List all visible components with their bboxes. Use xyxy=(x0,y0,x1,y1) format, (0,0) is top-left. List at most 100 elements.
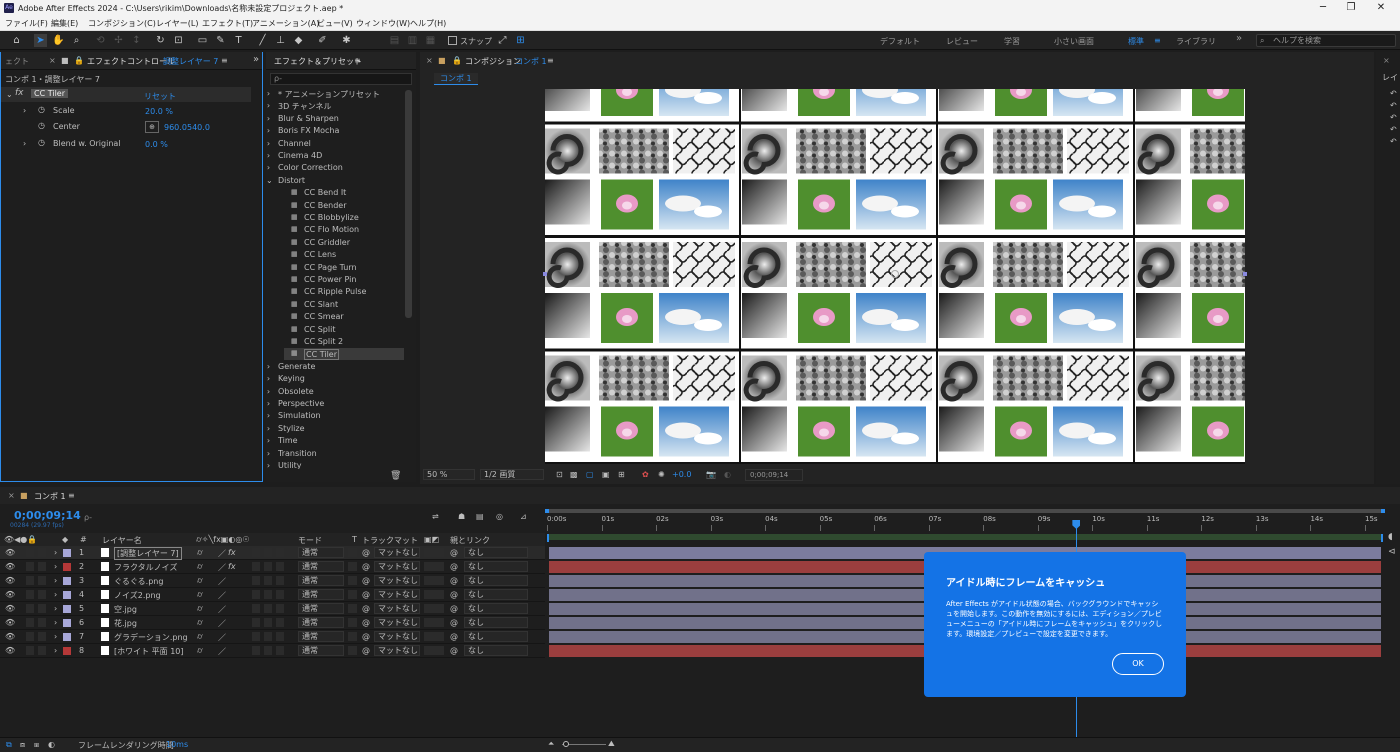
snap-grid-icon[interactable]: ⊞ xyxy=(514,34,527,47)
chevron-right-icon[interactable]: › xyxy=(266,89,271,98)
graph-editor-icon[interactable]: ⊿ xyxy=(520,512,527,521)
rotate-tool-icon[interactable]: ↻ xyxy=(154,34,167,47)
chevron-right-icon[interactable]: › xyxy=(266,163,271,172)
effect-category[interactable]: Transition xyxy=(278,449,317,458)
stopwatch-icon[interactable]: ◷ xyxy=(38,138,45,147)
align-center-icon[interactable]: ▥ xyxy=(406,34,419,47)
expand-chevron-icon[interactable]: ⌄ xyxy=(6,90,13,99)
anchor-tool-icon[interactable]: ⊡ xyxy=(172,34,185,47)
transparency-grid-icon[interactable]: ▩ xyxy=(570,470,578,479)
effect-category[interactable]: Generate xyxy=(278,362,315,371)
lock-icon[interactable]: 🔒 xyxy=(452,56,462,65)
region-icon[interactable]: ▣ xyxy=(602,470,610,479)
zoom-out-icon[interactable]: ⏶ xyxy=(548,739,554,749)
chevron-right-icon[interactable]: › xyxy=(266,139,271,148)
comp-flowchart-icon[interactable]: ⇌ xyxy=(432,512,439,521)
effect-item[interactable]: CC Blobbylize xyxy=(304,213,359,222)
in-out-toggle-icon[interactable]: ⧆ xyxy=(34,740,39,750)
effect-item[interactable]: CC Tiler xyxy=(304,349,340,361)
eraser-tool-icon[interactable]: ◆ xyxy=(292,34,305,47)
effect-item[interactable]: CC Split 2 xyxy=(304,337,343,346)
chevron-right-icon[interactable]: › xyxy=(266,126,271,135)
effect-category[interactable]: Perspective xyxy=(278,399,324,408)
chevron-down-icon[interactable]: ⌄ xyxy=(266,176,273,185)
undo-stack-icon[interactable]: ↶ ↶ ↶ ↶ ↶ xyxy=(1390,88,1397,148)
chevron-right-icon[interactable]: › xyxy=(266,362,271,371)
menu-composition[interactable]: コンポジション(C) xyxy=(88,18,156,29)
fx-icon[interactable]: fx xyxy=(15,88,24,98)
modes-toggle-icon[interactable]: ⧈ xyxy=(20,740,25,750)
workspace-learn[interactable]: 学習 xyxy=(1004,36,1020,47)
effect-item[interactable]: CC Flo Motion xyxy=(304,225,359,234)
effect-category[interactable]: Blur & Sharpen xyxy=(278,114,339,123)
orbit-tool-icon[interactable]: ⟲ xyxy=(94,34,107,47)
workspace-small-screen[interactable]: 小さい画面 xyxy=(1054,36,1094,47)
category-distort[interactable]: Distort xyxy=(278,176,305,185)
chevron-right-icon[interactable]: › xyxy=(266,399,271,408)
color-channel-icon[interactable]: ✿ xyxy=(642,470,649,479)
effects-presets-title[interactable]: エフェクト＆プリセット xyxy=(274,56,362,67)
param-center-y[interactable]: 540.0 xyxy=(187,123,210,132)
work-area-end[interactable] xyxy=(1381,534,1383,542)
effect-category[interactable]: Keying xyxy=(278,374,305,383)
minimize-icon[interactable]: ─ xyxy=(1316,1,1330,15)
tab-comp-1[interactable]: コンポ 1 xyxy=(434,73,478,85)
shy-icon[interactable]: ☗ xyxy=(458,512,465,521)
comp-button-icon[interactable]: ⊲ xyxy=(1388,547,1396,557)
param-blend-value[interactable]: 0.0 % xyxy=(145,140,168,149)
chevron-right-icon[interactable]: › xyxy=(266,101,271,110)
snapshot-camera-icon[interactable]: 📷 xyxy=(706,470,716,479)
panel-menu-icon[interactable]: ≡ xyxy=(221,56,228,65)
maximize-icon[interactable]: ❐ xyxy=(1344,1,1358,15)
timeline-timecode[interactable]: 0;00;09;14 xyxy=(14,509,81,522)
workspace-menu-icon[interactable]: ≡ xyxy=(1154,36,1161,45)
anchor-point-icon[interactable] xyxy=(891,270,899,278)
lock-icon[interactable]: 🔒 xyxy=(74,56,84,65)
panel-menu-icon[interactable]: ≡ xyxy=(68,491,75,500)
chevron-right-icon[interactable]: › xyxy=(266,151,271,160)
rectangle-tool-icon[interactable]: ▭ xyxy=(196,34,209,47)
brush-tool-icon[interactable]: ╱ xyxy=(256,34,269,47)
effect-category[interactable]: Time xyxy=(278,436,298,445)
workspace-overflow-icon[interactable]: » xyxy=(1236,33,1242,44)
timeline-search-input[interactable]: ρ- xyxy=(84,512,414,524)
chevron-right-icon[interactable]: › xyxy=(266,387,271,396)
stopwatch-icon[interactable]: ◷ xyxy=(38,105,45,114)
effect-category[interactable]: * アニメーションプリセット xyxy=(278,89,380,100)
roto-brush-icon[interactable]: ✐ xyxy=(316,34,329,47)
snap-checkbox[interactable] xyxy=(448,36,457,45)
column-layer-name[interactable]: レイヤー名 xyxy=(102,535,142,546)
menu-animation[interactable]: アニメーション(A) xyxy=(252,18,319,29)
effect-category[interactable]: Cinema 4D xyxy=(278,151,322,160)
effect-category[interactable]: Stylize xyxy=(278,424,305,433)
timeline-tab[interactable]: コンポ 1 xyxy=(34,491,66,502)
layer-handle[interactable] xyxy=(1243,272,1247,276)
effects-search-input[interactable]: ρ- xyxy=(270,73,412,85)
menu-layer[interactable]: レイヤー(L) xyxy=(156,18,198,29)
mask-icon[interactable]: ▢ xyxy=(586,470,594,479)
home-icon[interactable]: ⌂ xyxy=(10,34,23,47)
menu-edit[interactable]: 編集(E) xyxy=(51,18,78,29)
pen-tool-icon[interactable]: ✎ xyxy=(214,34,227,47)
tab-prev-panel[interactable]: ェクト xyxy=(5,56,29,67)
effect-category[interactable]: Utility xyxy=(278,461,302,469)
workspace-review[interactable]: レビュー xyxy=(946,36,978,47)
close-tab-icon[interactable]: × xyxy=(8,491,15,500)
guides-icon[interactable]: ⊞ xyxy=(618,470,625,479)
chevron-right-icon[interactable]: › xyxy=(266,461,271,469)
stopwatch-icon[interactable]: ◷ xyxy=(38,121,45,130)
exposure-value[interactable]: +0.0 xyxy=(672,470,691,479)
effect-category[interactable]: Simulation xyxy=(278,411,321,420)
stamp-tool-icon[interactable]: ⊥ xyxy=(274,34,287,47)
effect-item[interactable]: CC Ripple Pulse xyxy=(304,287,366,296)
menu-window[interactable]: ウィンドウ(W) xyxy=(356,18,410,29)
effect-item[interactable]: CC Bend It xyxy=(304,188,346,197)
nav-end-handle[interactable] xyxy=(1381,509,1385,513)
puppet-tool-icon[interactable]: ✱ xyxy=(340,34,353,47)
effect-item[interactable]: CC Power Pin xyxy=(304,275,356,284)
pan-tool-icon[interactable]: ✢ xyxy=(112,34,125,47)
trash-icon[interactable]: 🗑 xyxy=(390,471,401,481)
workspace-libraries[interactable]: ライブラリ xyxy=(1176,36,1216,47)
reset-link[interactable]: リセット xyxy=(144,91,176,102)
work-area-start[interactable] xyxy=(547,534,549,542)
